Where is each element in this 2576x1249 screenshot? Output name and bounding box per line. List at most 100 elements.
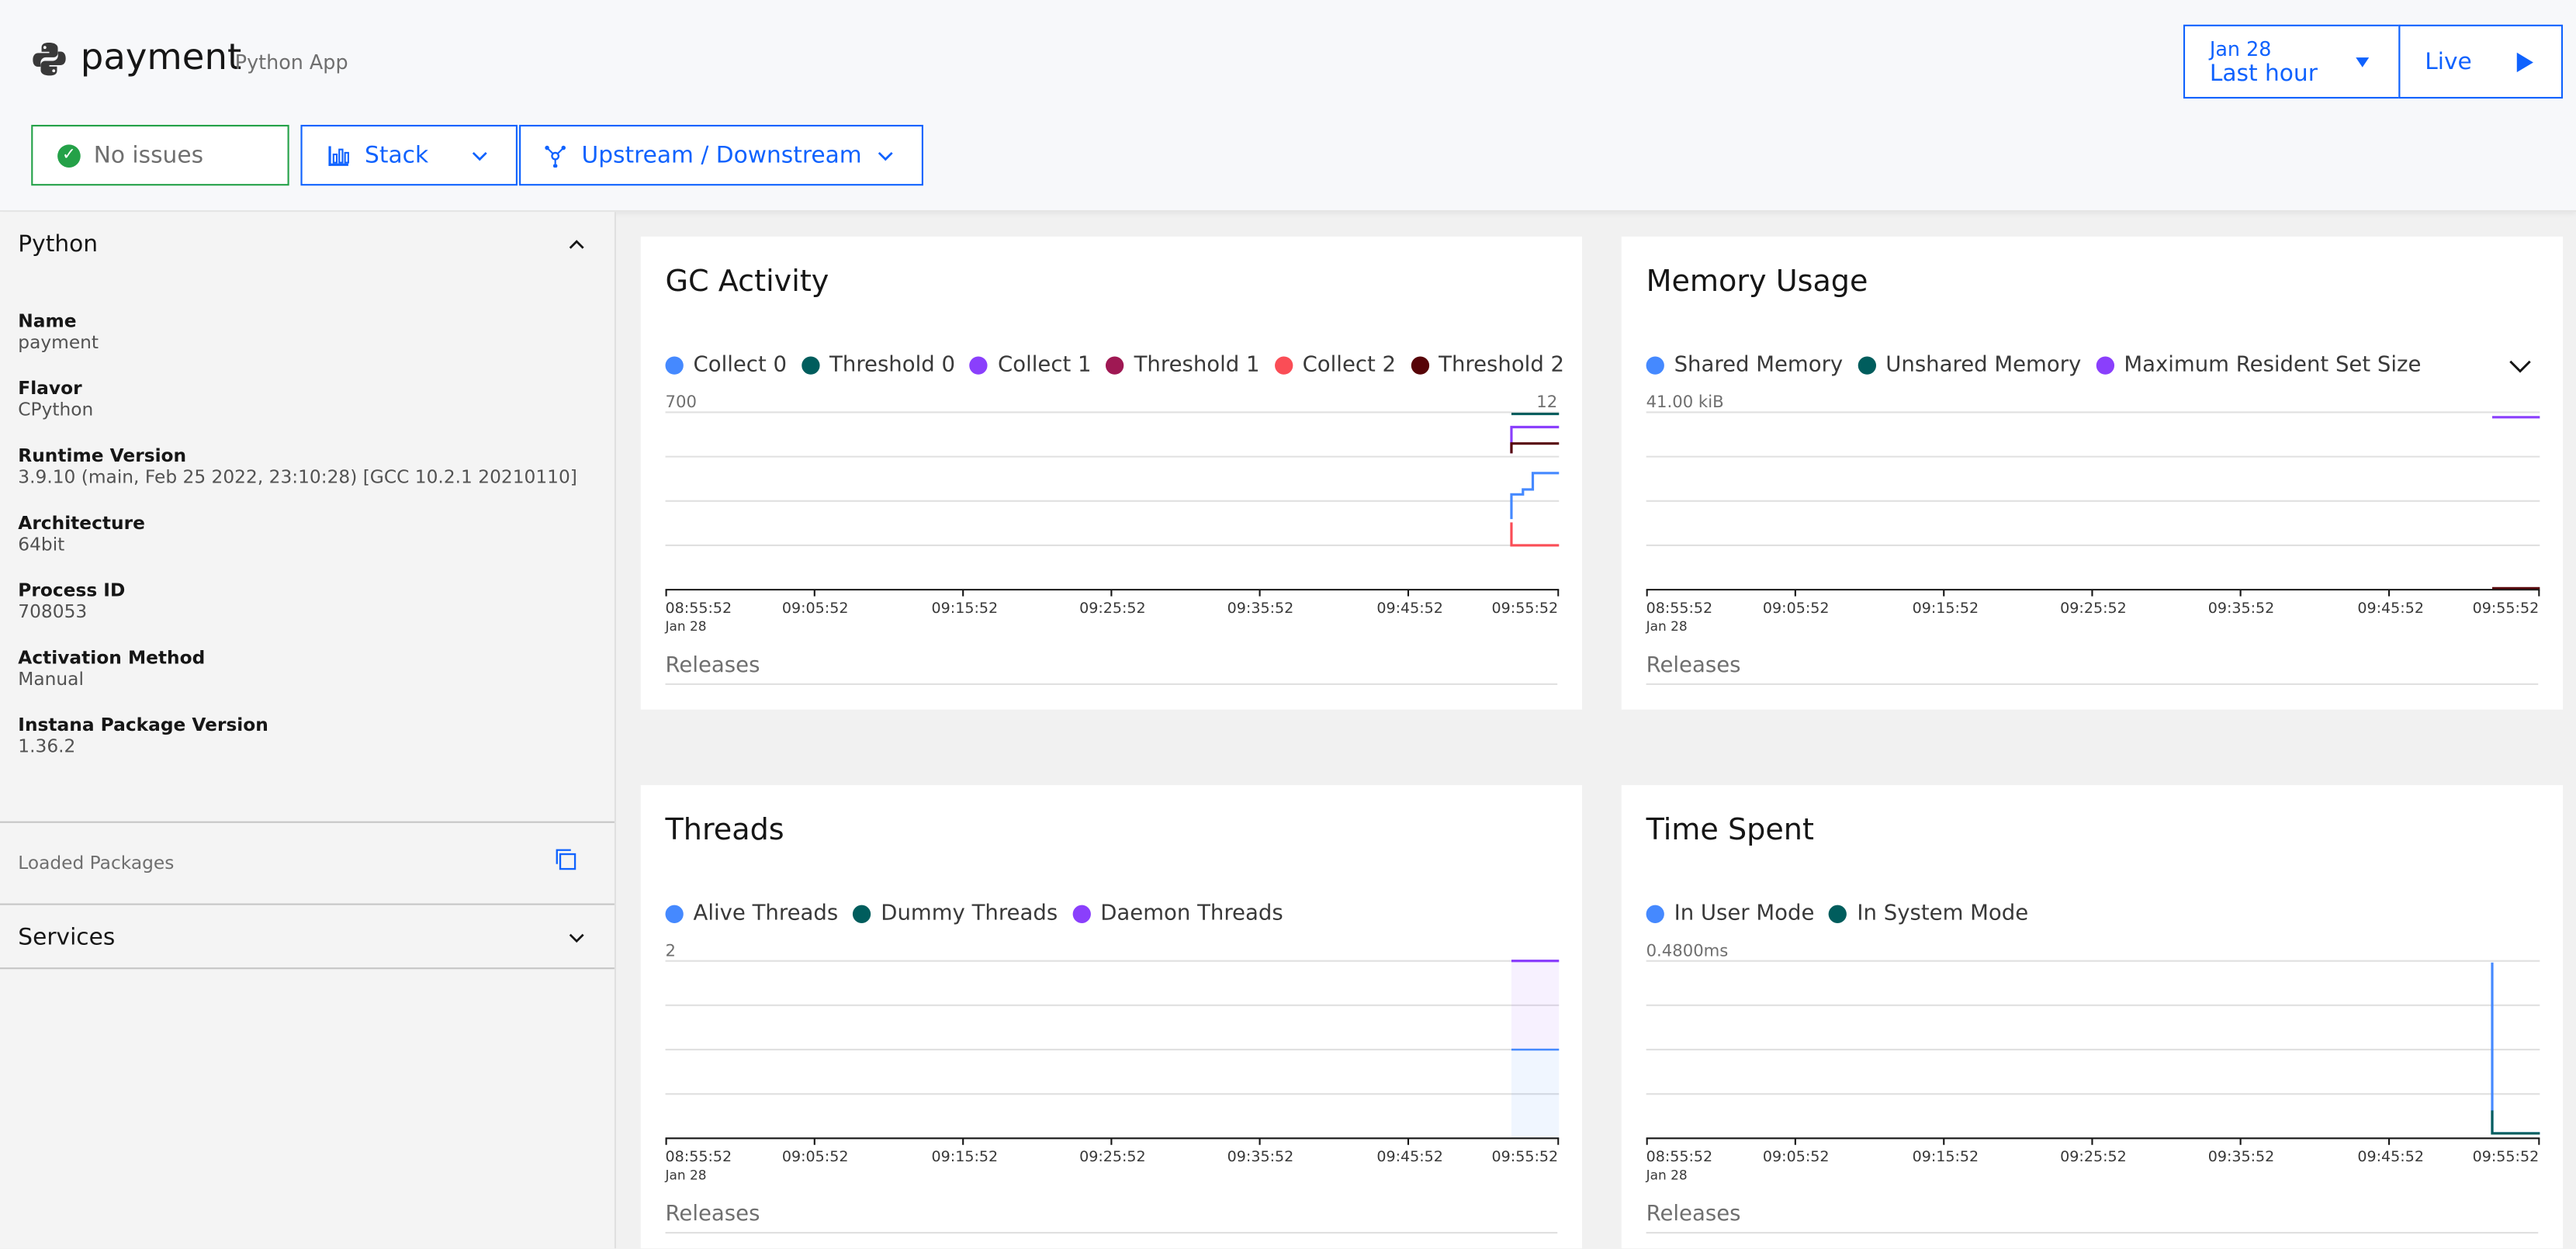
x-tick-label: 08:55:52	[665, 600, 732, 618]
legend-dot	[1411, 356, 1429, 375]
legend-item[interactable]: Threshold 0	[802, 353, 955, 378]
property-package-version: Instana Package Version 1.36.2	[18, 714, 577, 782]
chevron-up-icon[interactable]	[566, 235, 586, 254]
x-date-label: Jan 28	[665, 1168, 707, 1183]
x-tick-label: 09:15:52	[1912, 1150, 1979, 1167]
x-tick-label: 09:15:52	[1912, 600, 1979, 618]
legend-item[interactable]: In System Mode	[1829, 901, 2028, 926]
copy-icon[interactable]	[554, 848, 577, 871]
card-title: Time Spent	[1646, 813, 1814, 848]
series-collect-2	[1510, 522, 1560, 547]
legend-item[interactable]: Alive Threads	[665, 901, 838, 926]
property-label: Architecture	[18, 512, 145, 535]
x-tick-label: 09:15:52	[931, 600, 999, 618]
chevron-down-icon[interactable]	[2508, 358, 2532, 375]
stack-dropdown[interactable]: Stack	[300, 124, 518, 186]
x-tick-label: 09:35:52	[2207, 1150, 2275, 1167]
chevron-down-icon[interactable]	[566, 928, 586, 947]
section-title-python[interactable]: Python	[18, 232, 98, 258]
services-section[interactable]: Services	[18, 925, 115, 951]
series-system-mode	[2491, 1110, 2540, 1135]
legend-item[interactable]: Daemon Threads	[1072, 901, 1283, 926]
legend-dot	[1106, 356, 1124, 375]
time-range-picker[interactable]: Jan 28 Last hour	[2183, 24, 2401, 99]
x-tick-label: 09:35:52	[1227, 1150, 1294, 1167]
threads-card: Threads Alive Threads Dummy Threads Daem…	[640, 785, 1583, 1249]
app-name: payment	[80, 37, 242, 79]
legend-item[interactable]: Collect 0	[665, 353, 787, 378]
y-axis-max-right: 12	[1536, 394, 1558, 413]
legend-item[interactable]: Collect 1	[970, 353, 1092, 378]
x-tick-label: 09:45:52	[2357, 1150, 2424, 1167]
property-activation-method: Activation Method Manual	[18, 647, 577, 714]
x-tick-label: 09:45:52	[1376, 600, 1443, 618]
legend-item[interactable]: In User Mode	[1646, 901, 1814, 926]
check-circle-icon: ✓	[57, 144, 81, 167]
legend-label: Threshold 0	[829, 353, 956, 378]
area-daemon-threads	[1511, 960, 1560, 1050]
legend-dot	[1829, 905, 1847, 923]
memory-plot[interactable]	[1646, 410, 2540, 599]
app-type: Python App	[234, 50, 348, 74]
x-tick-label: 09:05:52	[1762, 1150, 1830, 1167]
memory-usage-card: Memory Usage Shared Memory Unshared Memo…	[1621, 236, 2564, 710]
legend-dot	[853, 905, 871, 923]
range-label: Last hour	[2209, 60, 2318, 87]
legend-item[interactable]: Dummy Threads	[853, 901, 1058, 926]
y-axis-max: 2	[665, 943, 677, 961]
legend-dot	[2096, 356, 2114, 375]
legend-item[interactable]: Maximum Resident Set Size	[2096, 353, 2421, 378]
releases-track	[665, 683, 1558, 685]
series-collect-1	[1510, 425, 1560, 454]
legend-item[interactable]: Threshold 1	[1106, 353, 1260, 378]
legend-label: In System Mode	[1857, 901, 2029, 927]
x-tick-label: 09:05:52	[1762, 600, 1830, 618]
status-button[interactable]: ✓ No issues	[31, 124, 289, 186]
date-label: Jan 28	[2209, 36, 2272, 61]
chart-legend: Alive Threads Dummy Threads Daemon Threa…	[665, 901, 1298, 926]
topology-icon	[545, 144, 566, 167]
divider	[0, 821, 615, 823]
legend-item[interactable]: Shared Memory	[1646, 353, 1843, 378]
x-ticks	[665, 590, 1560, 597]
legend-dot	[665, 356, 684, 375]
property-label: Process ID	[18, 580, 126, 601]
property-name: Name payment	[18, 310, 577, 378]
card-title: Threads	[665, 813, 784, 848]
property-label: Activation Method	[18, 647, 206, 669]
x-date-label: Jan 28	[1646, 619, 1688, 635]
series-threshold-2	[1510, 442, 1560, 454]
legend-label: Maximum Resident Set Size	[2124, 353, 2422, 378]
page-header: payment Python App ✓ No issues Stack Ups…	[0, 0, 2576, 213]
x-tick-label: 08:55:52	[665, 1150, 732, 1167]
time-spent-card: Time Spent In User Mode In System Mode 0…	[1621, 785, 2564, 1249]
x-tick-label: 09:55:52	[2472, 1150, 2540, 1167]
status-label: No issues	[93, 142, 204, 169]
property-process-id: Process ID 708053	[18, 580, 577, 647]
legend-item[interactable]: Unshared Memory	[1858, 353, 2081, 378]
property-architecture: Architecture 64bit	[18, 513, 577, 580]
upstream-downstream-dropdown[interactable]: Upstream / Downstream	[519, 124, 923, 186]
property-label: Flavor	[18, 377, 82, 400]
legend-dot	[1646, 356, 1664, 375]
time-spent-plot[interactable]	[1646, 960, 2540, 1148]
loaded-packages-label: Loaded Packages	[18, 852, 175, 874]
threads-plot[interactable]	[665, 960, 1560, 1148]
property-flavor: Flavor CPython	[18, 378, 577, 445]
live-button[interactable]: Live	[2398, 24, 2564, 99]
property-value: 1.36.2	[18, 735, 76, 758]
gc-plot[interactable]	[665, 410, 1560, 599]
divider	[0, 967, 615, 970]
legend-item[interactable]: Threshold 2	[1411, 353, 1564, 378]
legend-dot	[802, 356, 820, 375]
series-collect-0	[1510, 472, 1560, 520]
legend-label: Threshold 2	[1439, 353, 1565, 378]
y-axis-max: 41.00 kiB	[1646, 394, 1724, 413]
caret-down-icon	[2356, 57, 2370, 67]
x-tick-label: 09:45:52	[2357, 600, 2424, 618]
releases-label: Releases	[1646, 653, 1741, 679]
legend-item[interactable]: Collect 2	[1274, 353, 1396, 378]
property-label: Name	[18, 310, 77, 332]
x-tick-label: 09:55:52	[1491, 600, 1559, 618]
releases-track	[1646, 683, 2539, 685]
